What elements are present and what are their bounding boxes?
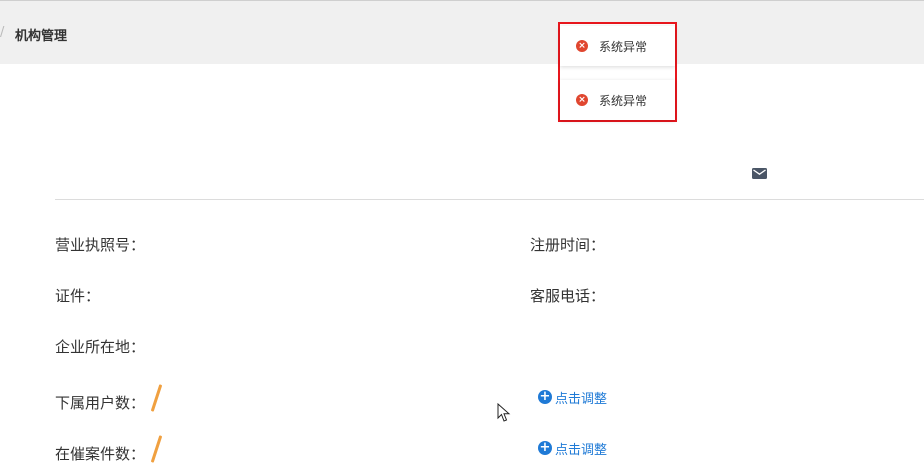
mouse-cursor-icon xyxy=(497,403,511,422)
value-placeholder-mark xyxy=(150,384,163,412)
adjust-sub-users-link[interactable]: 点击调整 xyxy=(555,388,607,407)
active-cases-count-label: 在催案件数： xyxy=(55,445,146,463)
sub-users-count-label: 下属用户数： xyxy=(55,394,146,412)
company-location-label: 企业所在地： xyxy=(55,338,146,356)
toast-message: 系统异常 xyxy=(599,94,648,108)
registration-time-label: 注册时间： xyxy=(530,236,606,254)
value-placeholder-mark xyxy=(150,435,163,463)
license-number-label: 营业执照号： xyxy=(55,236,146,254)
certificate-label: 证件： xyxy=(55,287,101,305)
toast-highlight-box: × 系统异常 × 系统异常 xyxy=(558,22,677,122)
mail-icon[interactable] xyxy=(752,168,767,179)
section-divider xyxy=(55,199,924,200)
error-toast[interactable]: × 系统异常 xyxy=(560,80,675,120)
adjust-cases-link[interactable]: 点击调整 xyxy=(555,439,607,458)
toast-message: 系统异常 xyxy=(599,40,648,54)
plus-circle-icon[interactable]: + xyxy=(538,390,552,404)
page-header: / 机构管理 xyxy=(0,0,924,64)
service-phone-label: 客服电话： xyxy=(530,287,606,305)
breadcrumb-separator: / xyxy=(0,25,5,40)
breadcrumb[interactable]: 机构管理 xyxy=(15,25,67,44)
plus-circle-icon[interactable]: + xyxy=(538,441,552,455)
error-toast[interactable]: × 系统异常 xyxy=(560,26,675,66)
error-icon: × xyxy=(576,94,588,106)
error-icon: × xyxy=(576,40,588,52)
